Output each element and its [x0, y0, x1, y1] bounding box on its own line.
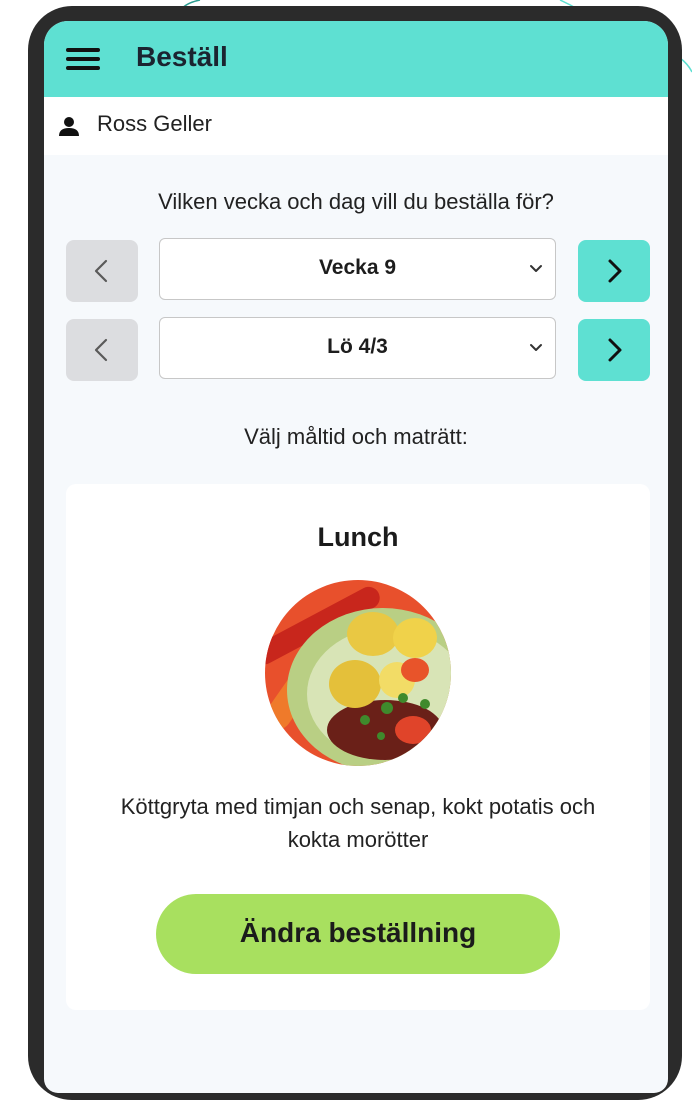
user-icon [59, 117, 79, 136]
next-day-button[interactable] [578, 319, 650, 381]
app-bar: Beställ [44, 21, 668, 97]
user-bar: Ross Geller [44, 97, 668, 155]
order-question: Vilken vecka och dag vill du beställa fö… [158, 189, 554, 214]
menu-icon[interactable] [66, 48, 100, 70]
chevron-right-icon [608, 259, 622, 283]
chevron-down-icon [530, 344, 542, 351]
next-week-button[interactable] [578, 240, 650, 302]
week-select[interactable]: Vecka 9 [159, 238, 556, 300]
meal-prompt: Välj måltid och maträtt: [244, 424, 468, 449]
chevron-left-icon [94, 259, 108, 283]
dish-description: Köttgryta med timjan och senap, kokt pot… [120, 794, 596, 852]
change-order-label: Ändra beställning [239, 917, 477, 948]
prev-week-button[interactable] [66, 240, 138, 302]
meal-card: Lunch Köttgryta med timjan och senap, ko… [66, 484, 650, 1010]
week-select-value: Vecka 9 [318, 256, 397, 279]
page-title: Beställ [136, 41, 228, 72]
change-order-button[interactable]: Ändra beställning [156, 894, 560, 974]
chevron-down-icon [530, 265, 542, 272]
day-select[interactable]: Lö 4/3 [159, 317, 556, 379]
chevron-left-icon [94, 338, 108, 362]
user-name: Ross Geller [97, 111, 212, 136]
day-select-value: Lö 4/3 [327, 335, 388, 358]
dish-image [265, 580, 451, 766]
app-screen: Beställ Ross Geller Vilken vecka och dag… [44, 21, 668, 1093]
meal-title: Lunch [317, 522, 399, 552]
prev-day-button[interactable] [66, 319, 138, 381]
chevron-right-icon [608, 338, 622, 362]
